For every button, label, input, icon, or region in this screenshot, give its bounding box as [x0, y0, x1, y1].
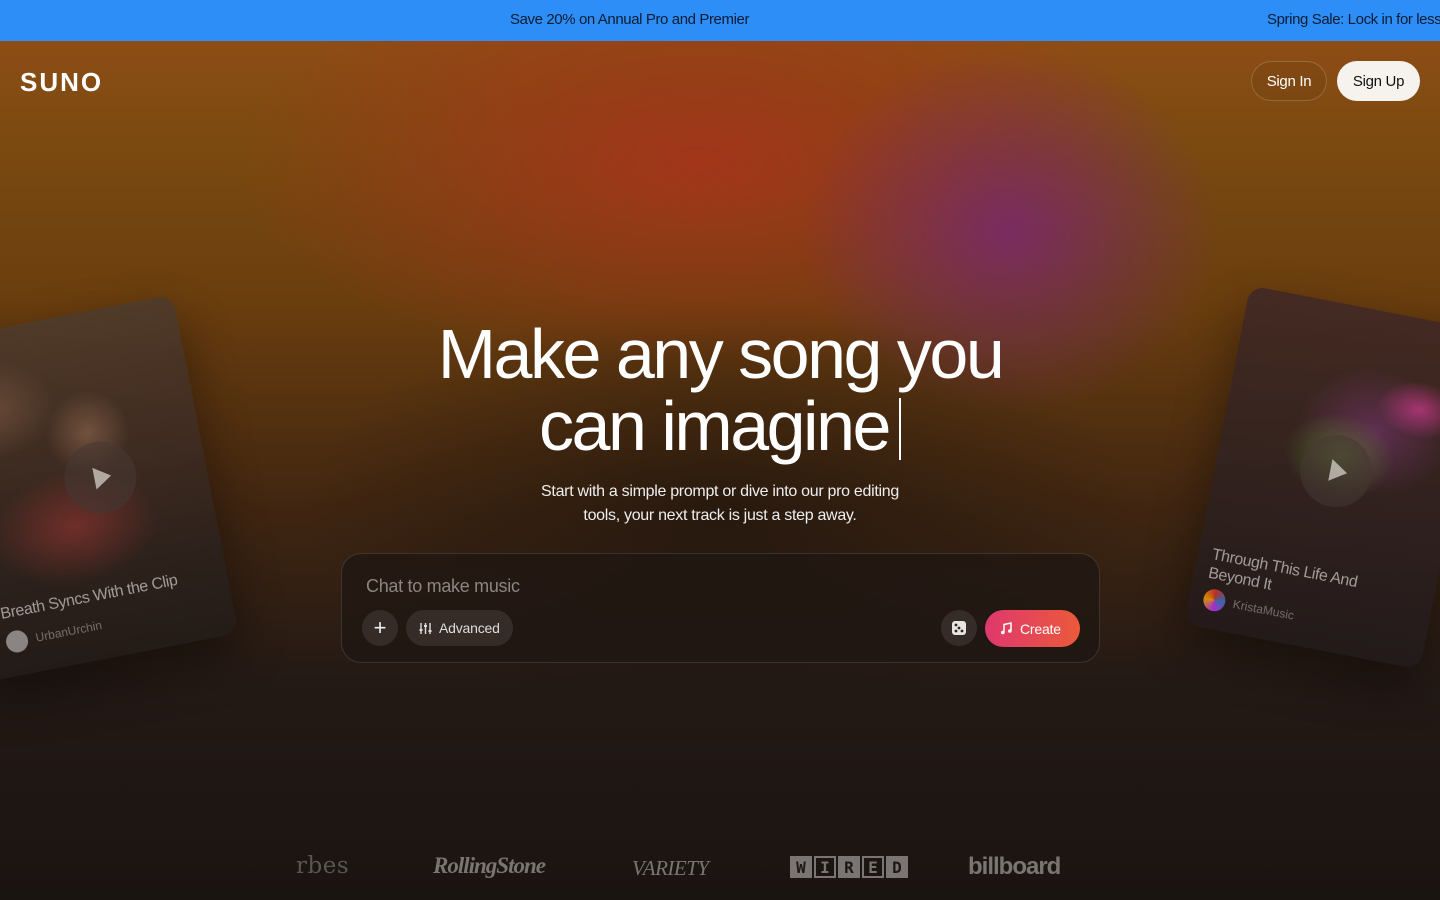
prompt-box: + Advanced Create [341, 553, 1100, 663]
add-button[interactable]: + [362, 610, 398, 646]
headline-line-1: Make any song you [437, 315, 1005, 393]
headline-line-2: can imagine [370, 390, 1070, 462]
promo-banner[interactable]: Save 20% on Annual Pro and Premier Sprin… [0, 0, 1440, 41]
promo-message-secondary[interactable]: Spring Sale: Lock in for less [1267, 11, 1440, 28]
wired-letter: E [862, 856, 884, 878]
wired-logo: W I R E D [790, 856, 908, 878]
random-prompt-button[interactable] [941, 610, 977, 646]
sign-up-button[interactable]: Sign Up [1337, 61, 1420, 101]
subtitle-line-2: tools, your next track is just a step aw… [583, 507, 857, 524]
hero-subtitle: Start with a simple prompt or dive into … [520, 480, 920, 528]
headline-line-2-text: can imagine [539, 387, 891, 465]
play-icon[interactable] [58, 435, 143, 520]
page-title: Make any song you can imagine [370, 318, 1070, 462]
avatar [1201, 587, 1228, 614]
typing-caret [898, 398, 901, 460]
promo-message[interactable]: Save 20% on Annual Pro and Premier [510, 11, 749, 28]
suno-logo[interactable]: SUNO [20, 67, 103, 98]
song-title: Breath Syncs With the Clip [0, 571, 179, 623]
artist-name: KristaMusic [1231, 596, 1296, 623]
sign-in-button[interactable]: Sign In [1251, 61, 1327, 101]
create-button[interactable]: Create [985, 610, 1080, 647]
sliders-icon [419, 622, 432, 634]
advanced-label: Advanced [439, 620, 500, 636]
billboard-logo: billboard [968, 853, 1061, 880]
forbes-logo: rbes [296, 853, 350, 879]
music-note-icon [1001, 622, 1012, 635]
advanced-button[interactable]: Advanced [406, 610, 513, 646]
subtitle-line-1: Start with a simple prompt or dive into … [541, 483, 899, 500]
wired-letter: I [814, 856, 836, 878]
variety-logo: VARIETY [632, 856, 709, 880]
wired-letter: R [838, 856, 860, 878]
plus-icon: + [373, 615, 387, 640]
avatar [4, 628, 30, 655]
artist-name: UrbanUrchin [34, 618, 104, 645]
rolling-stone-logo: RollingStone [433, 853, 546, 878]
play-icon[interactable] [1294, 428, 1379, 514]
create-label: Create [1020, 620, 1061, 637]
wired-letter: W [790, 856, 812, 878]
dice-icon [952, 621, 966, 635]
prompt-input[interactable] [366, 576, 966, 597]
wired-letter: D [886, 856, 908, 878]
